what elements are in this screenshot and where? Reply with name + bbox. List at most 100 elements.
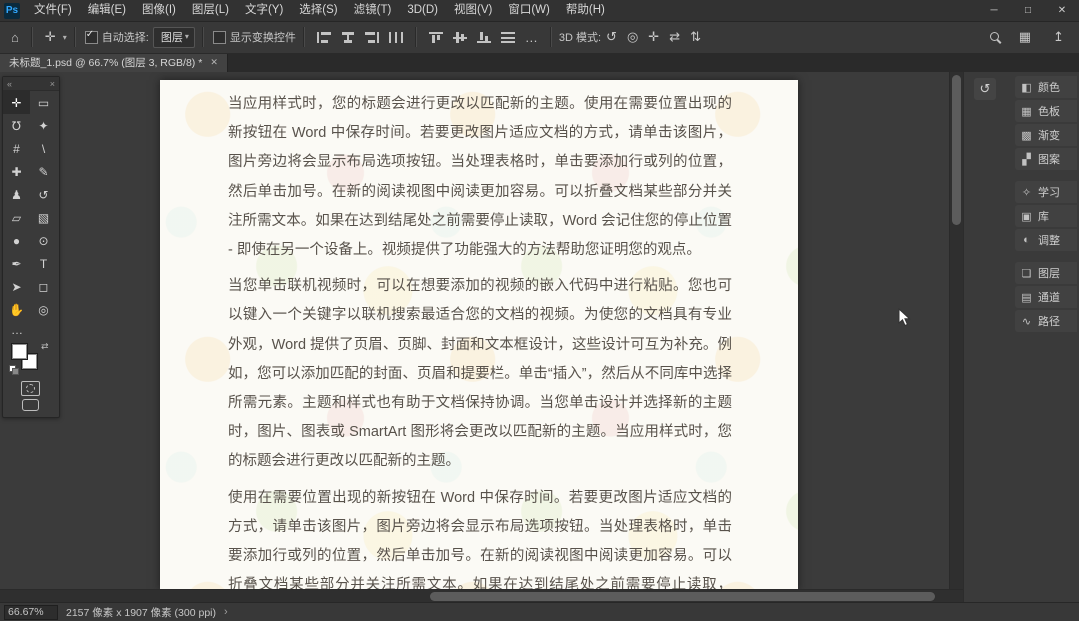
layers-panel-icon: ❏ (1021, 267, 1032, 280)
pen-tool[interactable]: ✒ (3, 252, 30, 275)
tools-panel-header[interactable]: « × (3, 77, 59, 91)
foreground-color-swatch[interactable] (11, 343, 28, 360)
more-align-options-button[interactable]: … (520, 30, 543, 45)
canvas-area: 当应用样式时，您的标题会进行更改以匹配新的主题。使用在需要位置出现的新按钮在 W… (0, 72, 1079, 603)
blur-tool[interactable]: ● (3, 229, 30, 252)
panel-tab-learn[interactable]: ✧ 学习 (1015, 181, 1077, 203)
horizontal-scrollbar[interactable] (0, 589, 963, 603)
move-tool-option-icon[interactable]: ✛ (40, 29, 61, 45)
panel-tab-paths[interactable]: ∿ 路径 (1015, 310, 1077, 332)
show-transform-label: 显示变换控件 (229, 32, 296, 44)
eyedropper-tool[interactable]: \ (30, 137, 57, 160)
screen-mode-button[interactable] (22, 399, 39, 411)
menu-type[interactable]: 文字(Y) (237, 0, 291, 21)
panel-tab-layers[interactable]: ❏ 图层 (1015, 262, 1077, 284)
healing-brush-tool[interactable]: ✚ (3, 160, 30, 183)
panel-label: 图层 (1038, 268, 1060, 280)
menu-edit[interactable]: 编辑(E) (80, 0, 134, 21)
brush-tool[interactable]: ✎ (30, 160, 57, 183)
marquee-tool[interactable]: ▭ (30, 91, 57, 114)
path-selection-tool[interactable]: ➤ (3, 275, 30, 298)
divider (549, 27, 552, 47)
panel-tab-swatches[interactable]: ▦ 色板 (1015, 100, 1077, 122)
zoom-tool[interactable]: ◎ (30, 298, 57, 321)
menu-layer[interactable]: 图层(L) (184, 0, 237, 21)
align-bottom-button[interactable] (476, 31, 491, 43)
panel-tab-adjustments[interactable]: ◐ 调整 (1015, 229, 1077, 251)
auto-select-label: 自动选择: (101, 32, 149, 44)
chevron-down-icon: ▾ (62, 32, 67, 42)
hand-tool[interactable]: ✋ (3, 298, 30, 321)
panel-label: 颜色 (1038, 82, 1060, 94)
swap-colors-icon[interactable]: ⇄ (41, 341, 49, 352)
menu-select[interactable]: 选择(S) (291, 0, 345, 21)
patterns-panel-icon: ▞ (1022, 153, 1031, 166)
vertical-scrollbar[interactable] (949, 72, 963, 590)
lasso-tool[interactable]: ℧ (3, 114, 30, 137)
panel-tab-libraries[interactable]: ▣ 库 (1015, 205, 1077, 227)
menu-filter[interactable]: 滤镜(T) (346, 0, 400, 21)
close-button[interactable]: ✕ (1045, 0, 1079, 21)
panel-tab-color[interactable]: ◧ 颜色 (1015, 76, 1077, 98)
workspace-icon[interactable]: ▦ (1014, 29, 1036, 45)
close-panel-icon[interactable]: × (50, 79, 55, 89)
3d-orbit-button[interactable]: ↺ (601, 29, 622, 45)
history-panel-button[interactable]: ↺ (974, 78, 996, 100)
search-icon[interactable] (989, 31, 1002, 44)
tab-close-icon[interactable]: ✕ (210, 57, 218, 68)
menu-image[interactable]: 图像(I) (134, 0, 184, 21)
shape-tool[interactable]: ◻ (30, 275, 57, 298)
show-transform-checkbox[interactable] (212, 30, 226, 44)
3d-roll-button[interactable]: ◎ (622, 29, 643, 45)
document-tab[interactable]: 未标题_1.psd @ 66.7% (图层 3, RGB/8) * ✕ (0, 53, 228, 72)
libraries-panel-icon: ▣ (1021, 210, 1032, 223)
move-tool[interactable]: ✛ (3, 91, 30, 114)
auto-select-dropdown[interactable]: 图层 ▾ (152, 26, 195, 48)
default-colors-icon[interactable] (9, 365, 19, 375)
menu-view[interactable]: 视图(V) (446, 0, 500, 21)
align-right-button[interactable] (364, 31, 379, 43)
horizontal-scrollbar-thumb[interactable] (430, 592, 935, 601)
gradient-tool[interactable]: ▧ (30, 206, 57, 229)
status-zoom-input[interactable] (4, 604, 58, 620)
document-page[interactable]: 当应用样式时，您的标题会进行更改以匹配新的主题。使用在需要位置出现的新按钮在 W… (160, 80, 798, 590)
status-chevron-icon[interactable]: › (224, 606, 228, 618)
3d-scale-button[interactable]: ⇅ (685, 29, 706, 45)
collapse-panel-icon[interactable]: « (7, 79, 12, 89)
maximize-button[interactable]: □ (1011, 0, 1045, 21)
swatches-panel-icon: ▦ (1021, 105, 1032, 118)
panel-label: 库 (1038, 211, 1049, 223)
type-tool[interactable]: T (30, 252, 57, 275)
menu-window[interactable]: 窗口(W) (500, 0, 558, 21)
object-selection-tool[interactable]: ✦ (30, 114, 57, 137)
menu-3d[interactable]: 3D(D) (399, 0, 446, 21)
auto-select-checkbox[interactable]: ✓ (84, 29, 98, 44)
menu-help[interactable]: 帮助(H) (558, 0, 613, 21)
panel-group: ◧ 颜色 ▦ 色板 ▩ 渐变 ▞ 图案 (1015, 76, 1077, 170)
edit-toolbar-button[interactable]: … (3, 321, 59, 339)
home-icon[interactable]: ⌂ (6, 30, 24, 45)
panel-tab-patterns[interactable]: ▞ 图案 (1015, 148, 1077, 170)
dodge-tool[interactable]: ⊙ (30, 229, 57, 252)
vertical-scrollbar-thumb[interactable] (952, 75, 961, 225)
align-center-horizontal-button[interactable] (340, 31, 355, 43)
distribute-horizontal-button[interactable] (388, 31, 403, 43)
align-top-button[interactable] (428, 31, 443, 43)
panel-tab-channels[interactable]: ▤ 通道 (1015, 286, 1077, 308)
quick-mask-button[interactable] (21, 381, 40, 396)
align-left-button[interactable] (316, 31, 331, 43)
3d-pan-button[interactable]: ✛ (643, 29, 664, 45)
history-brush-tool[interactable]: ↺ (30, 183, 57, 206)
panel-label: 路径 (1038, 316, 1060, 328)
minimize-button[interactable]: ─ (977, 0, 1011, 21)
eraser-tool[interactable]: ▱ (3, 206, 30, 229)
distribute-vertical-button[interactable] (500, 31, 515, 43)
share-icon[interactable]: ↥ (1048, 29, 1069, 45)
panel-tab-gradients[interactable]: ▩ 渐变 (1015, 124, 1077, 146)
color-panel-icon: ◧ (1021, 81, 1032, 94)
clone-stamp-tool[interactable]: ♟ (3, 183, 30, 206)
crop-tool[interactable]: # (3, 137, 30, 160)
3d-slide-button[interactable]: ⇄ (664, 29, 685, 45)
menu-file[interactable]: 文件(F) (26, 0, 80, 21)
align-middle-vertical-button[interactable] (452, 31, 467, 43)
